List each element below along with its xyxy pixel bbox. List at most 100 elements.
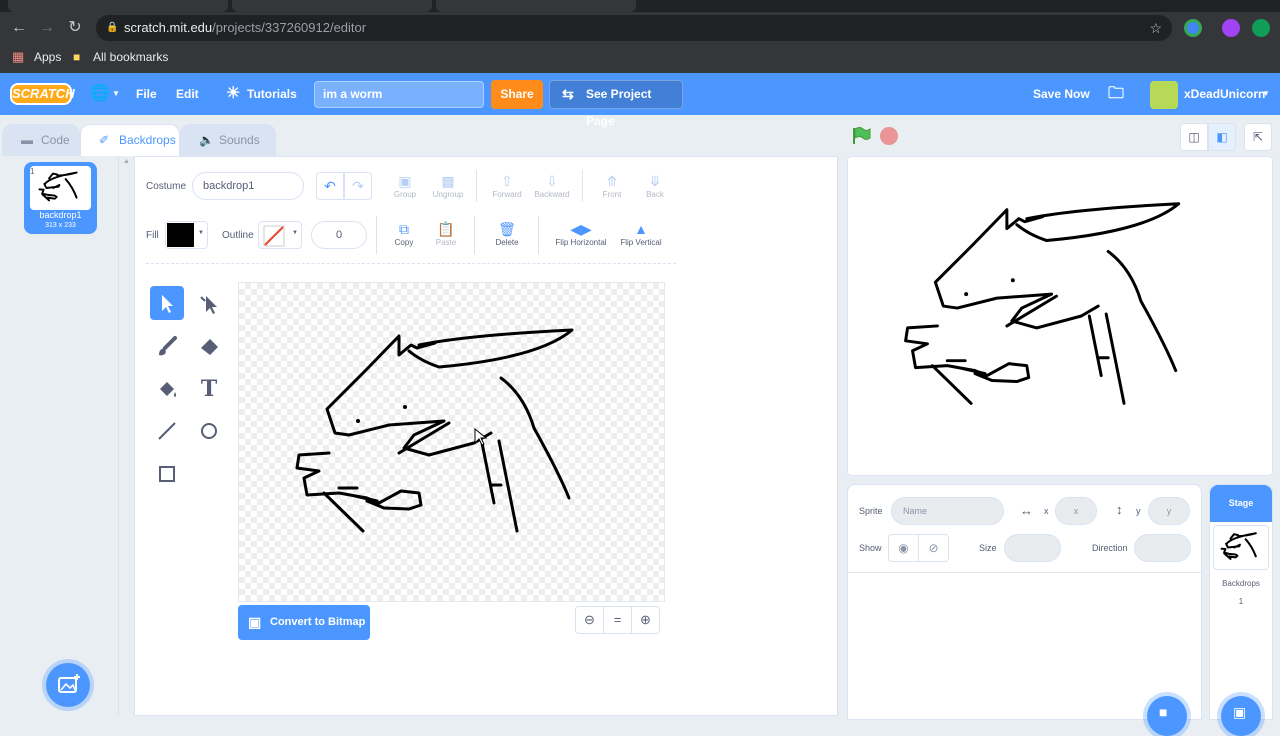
outline-color-picker[interactable]: ▼ [258, 221, 302, 249]
costume-name-input[interactable]: backdrop1 [192, 172, 304, 200]
convert-label: Convert to Bitmap [270, 616, 366, 628]
fill-swatch [167, 223, 194, 247]
group-icon: ▣ [398, 173, 412, 189]
back-button[interactable]: ⤋ Back [640, 172, 670, 199]
large-stage-icon[interactable]: ◧ [1208, 123, 1236, 151]
zoom-out-icon[interactable]: ⊖ [575, 606, 604, 634]
y-input[interactable]: y [1148, 497, 1190, 525]
fill-color-picker[interactable]: ▼ [165, 221, 208, 249]
add-backdrop-button[interactable] [46, 663, 90, 707]
reload-icon[interactable]: ↻ [65, 18, 85, 38]
tutorials-menu[interactable]: Tutorials [247, 73, 297, 115]
toolbar-divider [146, 263, 676, 264]
edit-menu[interactable]: Edit [176, 73, 199, 115]
back-arrow-icon[interactable]: ← [9, 18, 29, 38]
add-sprite-button[interactable]: ■ [1147, 696, 1187, 736]
redo-icon[interactable]: ↷ [344, 172, 372, 200]
backward-icon: ⇩ [546, 173, 558, 189]
delete-label: Delete [495, 238, 519, 247]
circle-tool-icon[interactable] [192, 414, 226, 448]
chevron-down-icon: ▼ [198, 230, 204, 236]
divider [474, 216, 475, 254]
undo-icon[interactable]: ↶ [316, 172, 344, 200]
flip-vertical-label: Flip Vertical [620, 238, 662, 247]
globe-icon[interactable]: 🌐 [90, 73, 110, 115]
project-title-input[interactable]: im a worm [314, 81, 484, 108]
paste-button[interactable]: 📋 Paste [430, 220, 462, 247]
zoom-reset-icon[interactable]: = [603, 606, 632, 634]
share-button[interactable]: Share [491, 80, 543, 109]
vertical-arrows-icon: ↕ [1116, 502, 1123, 517]
address-bar[interactable]: 🔒 scratch.mit.edu/projects/337260912/edi… [96, 15, 1172, 41]
save-now-button[interactable]: Save Now [1033, 73, 1090, 115]
tab-backdrops[interactable]: ✐ Backdrops [80, 124, 180, 156]
forward-arrow-icon[interactable]: → [37, 18, 57, 38]
extension-icon[interactable] [1222, 19, 1240, 37]
fullscreen-icon[interactable]: ⇱ [1244, 123, 1272, 151]
username[interactable]: xDeadUnicorn [1184, 73, 1265, 115]
show-visible-icon[interactable]: ◉ [888, 534, 919, 562]
browser-tab[interactable] [8, 0, 228, 12]
rectangle-tool-icon[interactable] [150, 457, 184, 491]
line-tool-icon[interactable] [150, 414, 184, 448]
bookmark-star-icon[interactable]: ☆ [1149, 15, 1162, 41]
zoom-in-icon[interactable]: ⊕ [631, 606, 660, 634]
avatar[interactable] [1150, 81, 1178, 109]
tab-code[interactable]: ▬ Code [2, 124, 80, 156]
backdrop-tile[interactable]: 1 backdrop1 313 x 233 [24, 162, 97, 234]
small-stage-icon[interactable]: ◫ [1180, 123, 1208, 151]
stage-header: ◫ ◧ ⇱ [840, 116, 1280, 156]
apps-grid-icon[interactable]: ▦ [12, 44, 24, 70]
eraser-tool-icon[interactable] [192, 329, 226, 363]
copy-button[interactable]: ⧉ Copy [388, 220, 420, 247]
brush-tool-icon[interactable] [150, 329, 184, 363]
folder-icon[interactable]: 🗀 [1108, 73, 1124, 115]
tab-sounds[interactable]: 🔈 Sounds [180, 124, 276, 156]
size-input[interactable] [1004, 534, 1061, 562]
chevron-down-icon[interactable]: ▼ [1262, 73, 1270, 115]
bookmark-all[interactable]: All bookmarks [93, 44, 168, 70]
extension-icon[interactable] [1252, 19, 1270, 37]
paste-icon: 📋 [437, 221, 455, 237]
show-hidden-icon[interactable]: ⊘ [918, 534, 949, 562]
green-flag-icon[interactable] [850, 125, 872, 147]
text-tool-icon[interactable]: T [192, 372, 226, 406]
x-input[interactable]: x [1055, 497, 1097, 525]
front-button[interactable]: ⤊ Front [596, 172, 628, 199]
tab-sounds-label: Sounds [219, 133, 260, 147]
see-project-page-button[interactable]: ⇆ See Project Page [549, 80, 683, 128]
paint-canvas[interactable] [238, 282, 665, 602]
file-menu[interactable]: File [136, 73, 157, 115]
backward-button[interactable]: ⇩ Backward [530, 172, 574, 199]
stop-icon[interactable] [880, 127, 898, 145]
group-button[interactable]: ▣ Group [387, 172, 423, 199]
backdrop-list-pane [0, 156, 134, 716]
delete-button[interactable]: 🗑 Delete [490, 220, 524, 247]
direction-input[interactable] [1134, 534, 1191, 562]
browser-tab[interactable] [232, 0, 432, 12]
extension-icon[interactable] [1184, 19, 1202, 37]
front-label: Front [602, 190, 622, 199]
stage-target-pane[interactable]: Stage Backdrops 1 [1209, 484, 1273, 720]
flip-vertical-button[interactable]: ▲ Flip Vertical [616, 220, 666, 247]
x-label: x [1044, 506, 1049, 516]
forward-button[interactable]: ⇧ Forward [488, 172, 526, 199]
flip-horizontal-button[interactable]: ◀▶ Flip Horizontal [550, 220, 612, 247]
lightbulb-icon: ☀ [226, 85, 241, 102]
reshape-tool-icon[interactable] [192, 286, 226, 320]
scrollbar[interactable]: ▲ [118, 156, 134, 716]
scratch-logo[interactable]: SCRATCH [10, 83, 75, 105]
select-tool-icon[interactable] [150, 286, 184, 320]
convert-to-bitmap-button[interactable]: ▣ Convert to Bitmap [238, 605, 370, 640]
ungroup-button[interactable]: ▩ Ungroup [428, 172, 468, 199]
add-backdrop-stage-button[interactable]: ▣ [1221, 696, 1261, 736]
scroll-up-icon[interactable]: ▲ [123, 158, 130, 165]
paintbrush-icon: ✐ [99, 133, 110, 147]
editor-tabs: ▬ Code ✐ Backdrops 🔈 Sounds [0, 116, 840, 156]
sprite-name-input[interactable]: Name [891, 497, 1004, 525]
fill-tool-icon[interactable] [150, 372, 184, 406]
outline-width-input[interactable]: 0 [311, 221, 367, 249]
browser-tab[interactable] [436, 0, 636, 12]
stage[interactable] [847, 156, 1273, 476]
bookmark-apps[interactable]: Apps [34, 44, 61, 70]
